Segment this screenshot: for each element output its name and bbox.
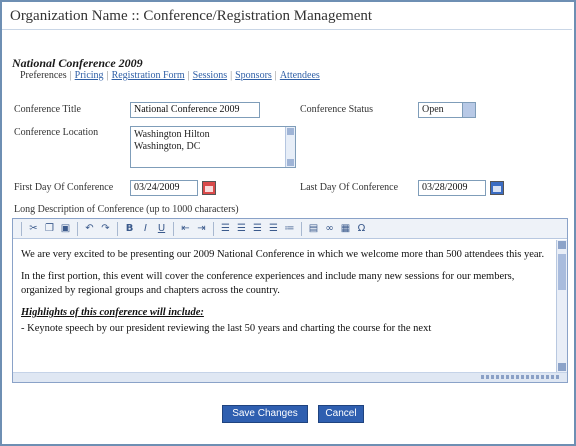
indent-icon[interactable]: ⇥ — [195, 222, 208, 235]
align-center-icon[interactable]: ☰ — [235, 222, 248, 235]
last-day-input[interactable]: 03/28/2009 — [418, 180, 486, 196]
italic-icon[interactable]: I — [139, 222, 152, 235]
calendar-icon[interactable] — [202, 181, 216, 195]
subnav-item-registration-form[interactable]: Registration Form — [112, 70, 185, 81]
scroll-down-icon[interactable] — [558, 363, 566, 371]
first-day-label: First Day Of Conference — [14, 182, 114, 193]
calendar-icon[interactable] — [490, 181, 504, 195]
location-line: Washington, DC — [134, 141, 201, 152]
cut-icon[interactable]: ✂ — [27, 222, 40, 235]
location-line: Washington Hilton — [134, 129, 210, 140]
justify-icon[interactable]: ☰ — [267, 222, 280, 235]
bullet-list-icon[interactable]: ≔ — [283, 222, 296, 235]
scroll-up-icon[interactable] — [558, 241, 566, 249]
conference-status-label: Conference Status — [300, 104, 374, 115]
copy-icon[interactable]: ❐ — [43, 222, 56, 235]
subnav-item-sessions[interactable]: Sessions — [193, 70, 227, 81]
special-char-icon[interactable]: Ω — [355, 222, 368, 235]
conference-title-label: Conference Title — [14, 104, 81, 115]
editor-toolbar: ✂ ❐ ▣ ↶ ↷ B I U ⇤ ⇥ ☰ ☰ ☰ ☰ ≔ ▤ ∞ ▦ Ω — [13, 219, 567, 239]
conference-title-input[interactable]: National Conference 2009 — [130, 102, 260, 118]
page-title: Organization Name :: Conference/Registra… — [2, 2, 572, 30]
outdent-icon[interactable]: ⇤ — [179, 222, 192, 235]
conference-status-select[interactable]: Open — [418, 102, 476, 118]
editor-heading: Highlights of this conference will inclu… — [21, 307, 204, 318]
scroll-down-icon[interactable] — [287, 159, 294, 166]
align-right-icon[interactable]: ☰ — [251, 222, 264, 235]
bold-icon[interactable]: B — [123, 222, 136, 235]
redo-icon[interactable]: ↷ — [99, 222, 112, 235]
conference-status-value: Open — [422, 104, 444, 115]
conference-location-label: Conference Location — [14, 127, 99, 138]
editor-resize-strip[interactable] — [13, 372, 567, 382]
scroll-up-icon[interactable] — [287, 128, 294, 135]
table-icon[interactable]: ▦ — [339, 222, 352, 235]
subnav-item-pricing[interactable]: Pricing — [75, 70, 104, 81]
subnav-item-sponsors[interactable]: Sponsors — [235, 70, 272, 81]
scrollbar-thumb[interactable] — [558, 254, 566, 290]
save-changes-button[interactable]: Save Changes — [222, 405, 308, 423]
conference-subnav: Preferences | Pricing | Registration Form | Se… — [20, 70, 320, 81]
align-left-icon[interactable]: ☰ — [219, 222, 232, 235]
conference-name: National Conference 2009 — [12, 56, 143, 70]
paste-icon[interactable]: ▣ — [59, 222, 72, 235]
underline-icon[interactable]: U — [155, 222, 168, 235]
undo-icon[interactable]: ↶ — [83, 222, 96, 235]
first-day-input[interactable]: 03/24/2009 — [130, 180, 198, 196]
subnav-item-attendees[interactable]: Attendees — [280, 70, 320, 81]
chevron-down-icon[interactable] — [462, 103, 475, 117]
editor-bullet: - Keynote speech by our president review… — [21, 323, 432, 334]
location-scrollbar[interactable] — [285, 127, 295, 167]
last-day-label: Last Day Of Conference — [300, 182, 399, 193]
image-icon[interactable]: ▤ — [307, 222, 320, 235]
editor-scrollbar[interactable] — [556, 240, 567, 372]
cancel-button[interactable]: Cancel — [318, 405, 364, 423]
editor-paragraph: In the first portion, this event will co… — [21, 271, 515, 296]
editor-paragraph: We are very excited to be presenting our… — [21, 249, 545, 260]
subnav-item-preferences[interactable]: Preferences — [20, 70, 67, 81]
description-label: Long Description of Conference (up to 10… — [14, 204, 239, 215]
conference-location-textarea[interactable]: Washington Hilton Washington, DC — [130, 126, 296, 168]
editor-content[interactable]: We are very excited to be presenting our… — [13, 240, 555, 372]
link-icon[interactable]: ∞ — [323, 222, 336, 235]
description-editor: ✂ ❐ ▣ ↶ ↷ B I U ⇤ ⇥ ☰ ☰ ☰ ☰ ≔ ▤ ∞ ▦ Ω We… — [12, 218, 568, 383]
